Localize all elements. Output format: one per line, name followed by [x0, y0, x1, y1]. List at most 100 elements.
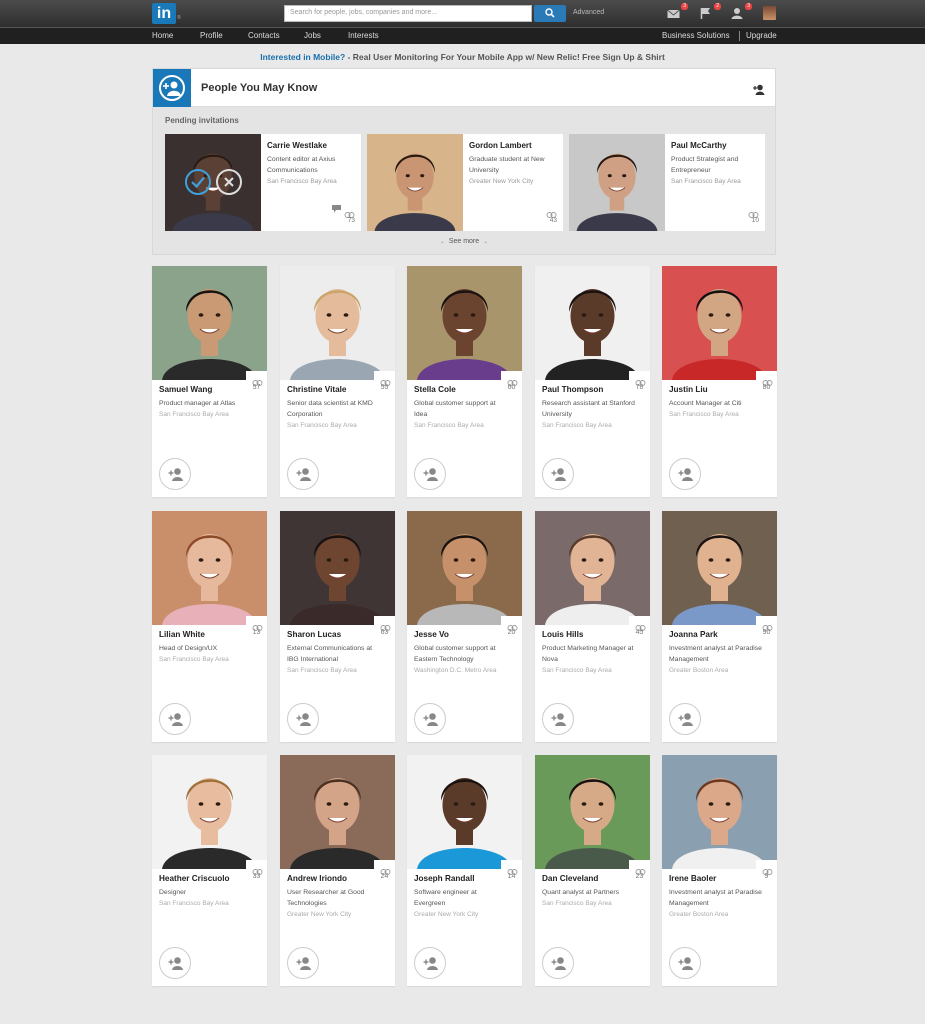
messages-button[interactable]: 3	[667, 3, 688, 19]
nav-interests[interactable]: Interests	[348, 31, 379, 40]
profile-photo-frame[interactable]	[407, 755, 522, 869]
connect-button[interactable]	[159, 947, 191, 979]
profile-photo-frame[interactable]	[366, 134, 464, 231]
profile-photo-frame[interactable]	[152, 511, 267, 625]
message-icon[interactable]	[332, 205, 341, 213]
nav-business-solutions[interactable]: Business Solutions	[662, 31, 730, 40]
pending-invitation-card[interactable]: Paul McCarthy Product Strategist and Ent…	[568, 134, 765, 231]
connect-button[interactable]	[542, 703, 574, 735]
person-card[interactable]: 13 Lilian White Head of Design/UX San Fr…	[152, 511, 267, 742]
person-name[interactable]: Joanna Park	[669, 630, 718, 639]
person-name[interactable]: Lilian White	[159, 630, 205, 639]
profile-photo-frame[interactable]	[280, 266, 395, 380]
person-location: San Francisco Bay Area	[159, 656, 229, 663]
person-name[interactable]: Jesse Vo	[414, 630, 449, 639]
person-card[interactable]: 20 Jesse Vo Global customer support at E…	[407, 511, 522, 742]
person-name[interactable]: Heather Criscuolo	[159, 874, 230, 883]
notifications-button[interactable]: 2	[700, 3, 721, 19]
nav-profile[interactable]: Profile	[200, 31, 223, 40]
invitations-button[interactable]: 3	[731, 3, 752, 19]
person-location: Greater Boston Area	[669, 667, 729, 674]
linkedin-logo[interactable]: in	[152, 3, 176, 24]
person-name[interactable]: Paul McCarthy	[671, 141, 727, 150]
person-card[interactable]: 80 Justin Liu Account Manager at Citi Sa…	[662, 266, 777, 497]
person-name[interactable]: Joseph Randall	[414, 874, 475, 883]
profile-photo-frame[interactable]	[164, 134, 262, 231]
profile-photo-frame[interactable]	[535, 266, 650, 380]
connect-button[interactable]	[414, 703, 446, 735]
person-card[interactable]: 78 Paul Thompson Research assistant at S…	[535, 266, 650, 497]
profile-photo-frame[interactable]	[152, 266, 267, 380]
invitations-badge: 3	[745, 3, 752, 10]
connect-button[interactable]	[414, 947, 446, 979]
person-name[interactable]: Justin Liu	[669, 385, 708, 394]
search-button[interactable]	[534, 5, 566, 22]
panel-header: People You May Know	[153, 69, 775, 107]
profile-photo-frame[interactable]	[568, 134, 666, 231]
person-name[interactable]: Dan Cleveland	[542, 874, 598, 883]
profile-photo-frame[interactable]	[407, 266, 522, 380]
profile-photo-frame[interactable]	[152, 755, 267, 869]
nav-home[interactable]: Home	[152, 31, 173, 40]
connect-button[interactable]	[414, 458, 446, 490]
profile-photo	[152, 266, 267, 380]
profile-photo-frame[interactable]	[662, 266, 777, 380]
connect-button[interactable]	[542, 458, 574, 490]
accept-invitation-button[interactable]	[185, 169, 211, 195]
nav-contacts[interactable]: Contacts	[248, 31, 280, 40]
person-card[interactable]: 55 Christine Vitale Senior data scientis…	[280, 266, 395, 497]
person-name[interactable]: Samuel Wang	[159, 385, 212, 394]
person-card[interactable]: 9 Irene Baoler Investment analyst at Par…	[662, 755, 777, 986]
person-name[interactable]: Irene Baoler	[669, 874, 716, 883]
promo-link[interactable]: Interested in Mobile?	[260, 52, 345, 62]
person-name[interactable]: Paul Thompson	[542, 385, 603, 394]
advanced-search-link[interactable]: Advanced	[573, 9, 604, 16]
person-card[interactable]: 24 Andrew Iriondo User Researcher at Goo…	[280, 755, 395, 986]
connect-button[interactable]	[669, 703, 701, 735]
nav-jobs[interactable]: Jobs	[304, 31, 321, 40]
user-avatar[interactable]	[763, 6, 776, 20]
connect-button[interactable]	[542, 947, 574, 979]
connect-button[interactable]	[287, 703, 319, 735]
search-input[interactable]: Search for people, jobs, companies and m…	[284, 5, 532, 22]
connect-button[interactable]	[159, 703, 191, 735]
person-name[interactable]: Louis Hills	[542, 630, 583, 639]
shared-connections-icon	[380, 625, 391, 631]
person-name[interactable]: Christine Vitale	[287, 385, 346, 394]
person-card[interactable]: 57 Samuel Wang Product manager at Atlas …	[152, 266, 267, 497]
person-card[interactable]: 63 Sharon Lucas External Communications …	[280, 511, 395, 742]
person-card[interactable]: 33 Heather Criscuolo Designer San Franci…	[152, 755, 267, 986]
profile-photo-frame[interactable]	[535, 511, 650, 625]
person-location: San Francisco Bay Area	[159, 411, 229, 418]
pending-invitation-card[interactable]: Carrie Westlake Content editor at Axius …	[164, 134, 361, 231]
person-name[interactable]: Sharon Lucas	[287, 630, 341, 639]
see-more-link[interactable]: ⌄ See more ⌄	[153, 238, 775, 245]
connect-button[interactable]	[287, 947, 319, 979]
ignore-invitation-button[interactable]	[216, 169, 242, 195]
profile-photo-frame[interactable]	[280, 511, 395, 625]
person-name[interactable]: Gordon Lambert	[469, 141, 532, 150]
nav-upgrade[interactable]: Upgrade	[746, 31, 777, 40]
person-card[interactable]: 60 Stella Cole Global customer support a…	[407, 266, 522, 497]
person-card[interactable]: 90 Joanna Park Investment analyst at Par…	[662, 511, 777, 742]
profile-photo-frame[interactable]	[662, 511, 777, 625]
person-card[interactable]: 14 Joseph Randall Software engineer at E…	[407, 755, 522, 986]
connect-button[interactable]	[287, 458, 319, 490]
profile-photo-frame[interactable]	[407, 511, 522, 625]
import-contacts-button[interactable]	[753, 82, 765, 100]
profile-photo-frame[interactable]	[280, 755, 395, 869]
connect-button[interactable]	[669, 947, 701, 979]
connect-button[interactable]	[159, 458, 191, 490]
connect-button[interactable]	[669, 458, 701, 490]
person-location: San Francisco Bay Area	[287, 422, 357, 429]
promo-text[interactable]: - Real User Monitoring For Your Mobile A…	[345, 52, 665, 62]
pending-invitation-card[interactable]: Gordon Lambert Graduate student at New U…	[366, 134, 563, 231]
person-name[interactable]: Andrew Iriondo	[287, 874, 347, 883]
person-card[interactable]: 23 Dan Cleveland Quant analyst at Partne…	[535, 755, 650, 986]
person-name[interactable]: Stella Cole	[414, 385, 456, 394]
person-name[interactable]: Carrie Westlake	[267, 141, 327, 150]
profile-photo-frame[interactable]	[535, 755, 650, 869]
person-card[interactable]: 45 Louis Hills Product Marketing Manager…	[535, 511, 650, 742]
profile-photo-frame[interactable]	[662, 755, 777, 869]
person-add-icon	[296, 468, 311, 481]
